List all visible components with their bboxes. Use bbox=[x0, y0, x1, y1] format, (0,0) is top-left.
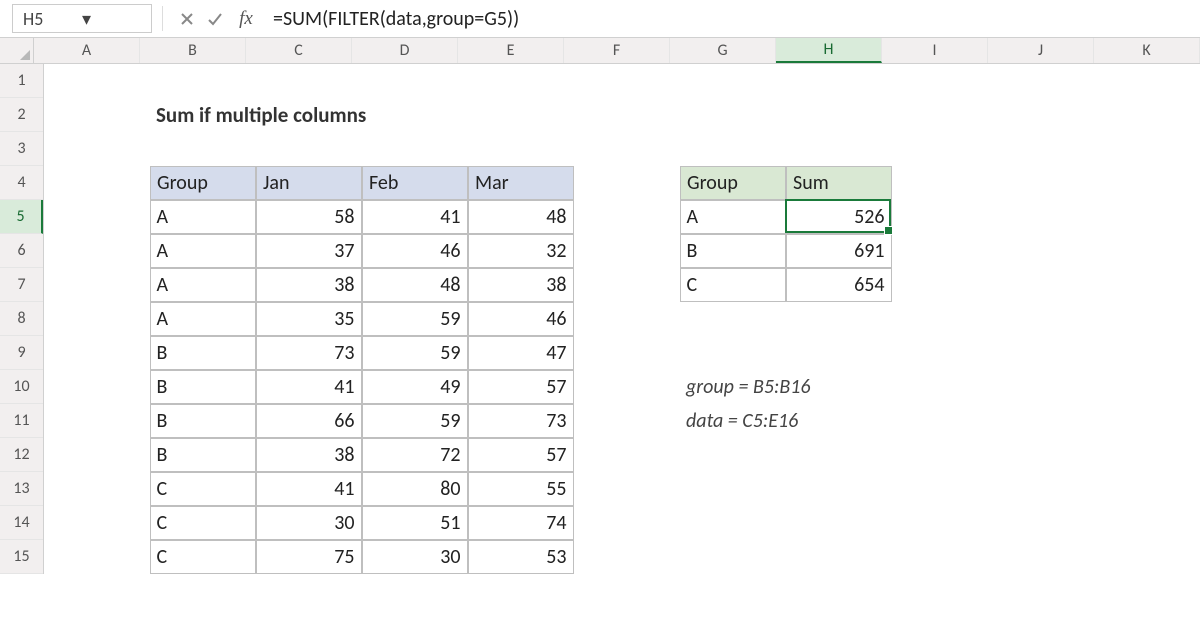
data-cell[interactable]: 59 bbox=[362, 336, 468, 370]
enter-icon[interactable] bbox=[201, 0, 229, 37]
data-cell[interactable]: A bbox=[150, 268, 256, 302]
fx-icon[interactable]: fx bbox=[229, 0, 263, 37]
summary-cell[interactable]: C bbox=[680, 268, 786, 302]
data-cell[interactable]: B bbox=[150, 370, 256, 404]
summary-cell[interactable]: 526 bbox=[786, 200, 892, 234]
note-line: group = B5:B16 bbox=[680, 370, 998, 404]
data-cell[interactable]: A bbox=[150, 200, 256, 234]
data-cell[interactable]: 46 bbox=[468, 302, 574, 336]
row-headers: 123456789101112131415 bbox=[0, 64, 44, 574]
data-cell[interactable]: 38 bbox=[256, 438, 362, 472]
row-header-7[interactable]: 7 bbox=[0, 268, 43, 302]
data-cell[interactable]: B bbox=[150, 404, 256, 438]
data-cell[interactable]: C bbox=[150, 472, 256, 506]
data-cell[interactable]: 66 bbox=[256, 404, 362, 438]
row-header-3[interactable]: 3 bbox=[0, 132, 43, 166]
select-all-corner[interactable] bbox=[0, 38, 34, 63]
data-cell[interactable]: 59 bbox=[362, 404, 468, 438]
name-box[interactable]: H5 ▾ bbox=[12, 4, 152, 33]
data-cell[interactable]: 73 bbox=[256, 336, 362, 370]
col-header-A[interactable]: A bbox=[34, 38, 140, 63]
data-cell[interactable]: 51 bbox=[362, 506, 468, 540]
note-line: data = C5:E16 bbox=[680, 404, 998, 438]
data-cell[interactable]: A bbox=[150, 302, 256, 336]
row-header-1[interactable]: 1 bbox=[0, 64, 43, 98]
cancel-icon[interactable] bbox=[173, 0, 201, 37]
divider bbox=[162, 6, 163, 31]
chevron-down-icon[interactable]: ▾ bbox=[82, 8, 141, 30]
name-box-value: H5 bbox=[23, 8, 82, 30]
col-header-I[interactable]: I bbox=[882, 38, 988, 63]
data-cell[interactable]: 57 bbox=[468, 370, 574, 404]
row-header-4[interactable]: 4 bbox=[0, 166, 43, 200]
data-cell[interactable]: 41 bbox=[256, 472, 362, 506]
data-cell[interactable]: 72 bbox=[362, 438, 468, 472]
cells-area[interactable]: Sum if multiple columnsGroupJanFebMarA58… bbox=[44, 64, 1200, 574]
data-cell[interactable]: C bbox=[150, 540, 256, 574]
data-cell[interactable]: 53 bbox=[468, 540, 574, 574]
col-header-G[interactable]: G bbox=[670, 38, 776, 63]
row-header-9[interactable]: 9 bbox=[0, 336, 43, 370]
col-header-H[interactable]: H bbox=[776, 38, 882, 63]
data-cell[interactable]: 58 bbox=[256, 200, 362, 234]
data-cell[interactable]: 49 bbox=[362, 370, 468, 404]
formula-bar: H5 ▾ fx bbox=[0, 0, 1200, 38]
data-cell[interactable]: 41 bbox=[362, 200, 468, 234]
data-cell[interactable]: 59 bbox=[362, 302, 468, 336]
col-header-E[interactable]: E bbox=[458, 38, 564, 63]
summary-header: Sum bbox=[786, 166, 892, 200]
col-header-K[interactable]: K bbox=[1094, 38, 1200, 63]
summary-cell[interactable]: B bbox=[680, 234, 786, 268]
row-header-13[interactable]: 13 bbox=[0, 472, 43, 506]
data-cell[interactable]: 80 bbox=[362, 472, 468, 506]
data-cell[interactable]: 41 bbox=[256, 370, 362, 404]
page-title: Sum if multiple columns bbox=[150, 98, 574, 132]
data-cell[interactable]: 73 bbox=[468, 404, 574, 438]
row-header-8[interactable]: 8 bbox=[0, 302, 43, 336]
data-cell[interactable]: 47 bbox=[468, 336, 574, 370]
summary-header: Group bbox=[680, 166, 786, 200]
row-header-11[interactable]: 11 bbox=[0, 404, 43, 438]
data-cell[interactable]: 37 bbox=[256, 234, 362, 268]
row-header-10[interactable]: 10 bbox=[0, 370, 43, 404]
row-header-12[interactable]: 12 bbox=[0, 438, 43, 472]
data-cell[interactable]: 74 bbox=[468, 506, 574, 540]
row-header-15[interactable]: 15 bbox=[0, 540, 43, 574]
col-header-B[interactable]: B bbox=[140, 38, 246, 63]
row-header-6[interactable]: 6 bbox=[0, 234, 43, 268]
data-cell[interactable]: A bbox=[150, 234, 256, 268]
row-header-14[interactable]: 14 bbox=[0, 506, 43, 540]
data-cell[interactable]: 55 bbox=[468, 472, 574, 506]
data-header: Feb bbox=[362, 166, 468, 200]
data-cell[interactable]: 38 bbox=[256, 268, 362, 302]
data-header: Jan bbox=[256, 166, 362, 200]
col-header-F[interactable]: F bbox=[564, 38, 670, 63]
summary-cell[interactable]: 654 bbox=[786, 268, 892, 302]
data-cell[interactable]: 38 bbox=[468, 268, 574, 302]
data-cell[interactable]: 57 bbox=[468, 438, 574, 472]
data-cell[interactable]: B bbox=[150, 336, 256, 370]
data-cell[interactable]: 75 bbox=[256, 540, 362, 574]
data-header: Group bbox=[150, 166, 256, 200]
data-cell[interactable]: 35 bbox=[256, 302, 362, 336]
data-cell[interactable]: 48 bbox=[362, 268, 468, 302]
data-cell[interactable]: 48 bbox=[468, 200, 574, 234]
data-cell[interactable]: 46 bbox=[362, 234, 468, 268]
formula-input[interactable] bbox=[263, 0, 1200, 37]
row-header-2[interactable]: 2 bbox=[0, 98, 43, 132]
col-header-J[interactable]: J bbox=[988, 38, 1094, 63]
data-header: Mar bbox=[468, 166, 574, 200]
data-cell[interactable]: 30 bbox=[256, 506, 362, 540]
data-cell[interactable]: 32 bbox=[468, 234, 574, 268]
col-header-D[interactable]: D bbox=[352, 38, 458, 63]
column-headers: ABCDEFGHIJK bbox=[0, 38, 1200, 64]
summary-cell[interactable]: A bbox=[680, 200, 786, 234]
data-cell[interactable]: C bbox=[150, 506, 256, 540]
grid: 123456789101112131415 Sum if multiple co… bbox=[0, 64, 1200, 574]
data-cell[interactable]: B bbox=[150, 438, 256, 472]
col-header-C[interactable]: C bbox=[246, 38, 352, 63]
row-header-5[interactable]: 5 bbox=[0, 200, 43, 234]
summary-cell[interactable]: 691 bbox=[786, 234, 892, 268]
data-cell[interactable]: 30 bbox=[362, 540, 468, 574]
